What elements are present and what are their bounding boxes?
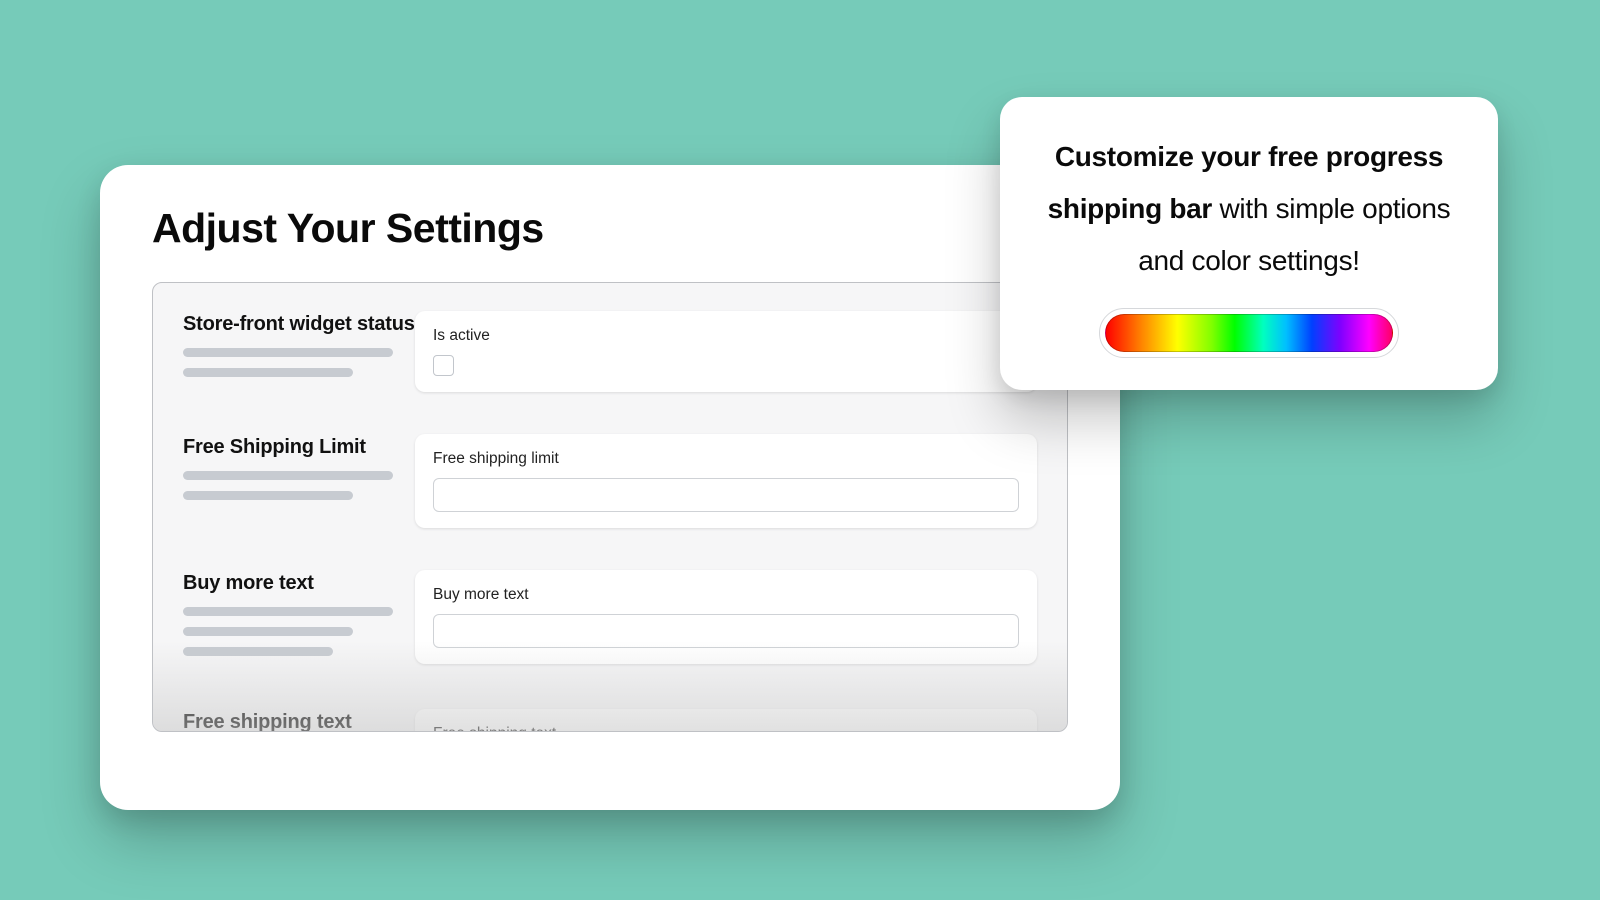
field-label: Free shipping text	[433, 725, 1019, 732]
field-label: Free shipping limit	[433, 450, 1019, 468]
page-title: Adjust Your Settings	[152, 205, 1068, 252]
setting-label-col: Free Shipping Limit	[183, 434, 415, 511]
skeleton-line	[183, 368, 353, 377]
field-label: Is active	[433, 327, 1019, 345]
field-card: Free shipping text	[415, 709, 1037, 732]
setting-label: Free Shipping Limit	[183, 436, 415, 459]
free-shipping-limit-input[interactable]	[433, 478, 1019, 512]
field-card: Buy more text	[415, 570, 1037, 664]
setting-label-col: Store-front widget status	[183, 311, 415, 388]
callout-card: Customize your free progress shipping ba…	[1000, 97, 1498, 390]
skeleton-line	[183, 647, 333, 656]
skeleton-line	[183, 348, 393, 357]
callout-text: Customize your free progress shipping ba…	[1042, 131, 1456, 286]
color-hue-slider[interactable]	[1105, 314, 1393, 352]
setting-row: Buy more text Buy more text	[183, 570, 1037, 667]
setting-label-col: Free shipping text	[183, 709, 415, 732]
buy-more-text-input[interactable]	[433, 614, 1019, 648]
field-label: Buy more text	[433, 586, 1019, 604]
setting-row: Store-front widget status Is active	[183, 311, 1037, 392]
setting-label: Store-front widget status	[183, 313, 415, 336]
field-card: Free shipping limit	[415, 434, 1037, 528]
setting-label: Free shipping text	[183, 711, 415, 732]
setting-row: Free Shipping Limit Free shipping limit	[183, 434, 1037, 528]
is-active-checkbox[interactable]	[433, 355, 454, 376]
setting-row: Free shipping text Free shipping text	[183, 709, 1037, 732]
skeleton-line	[183, 607, 393, 616]
field-card: Is active	[415, 311, 1037, 392]
skeleton-line	[183, 627, 353, 636]
settings-card: Adjust Your Settings Store-front widget …	[100, 165, 1120, 810]
settings-panel: Store-front widget status Is active Free…	[152, 282, 1068, 732]
setting-label-col: Buy more text	[183, 570, 415, 667]
color-slider-container	[1099, 308, 1399, 358]
skeleton-line	[183, 491, 353, 500]
skeleton-line	[183, 471, 393, 480]
setting-label: Buy more text	[183, 572, 415, 595]
